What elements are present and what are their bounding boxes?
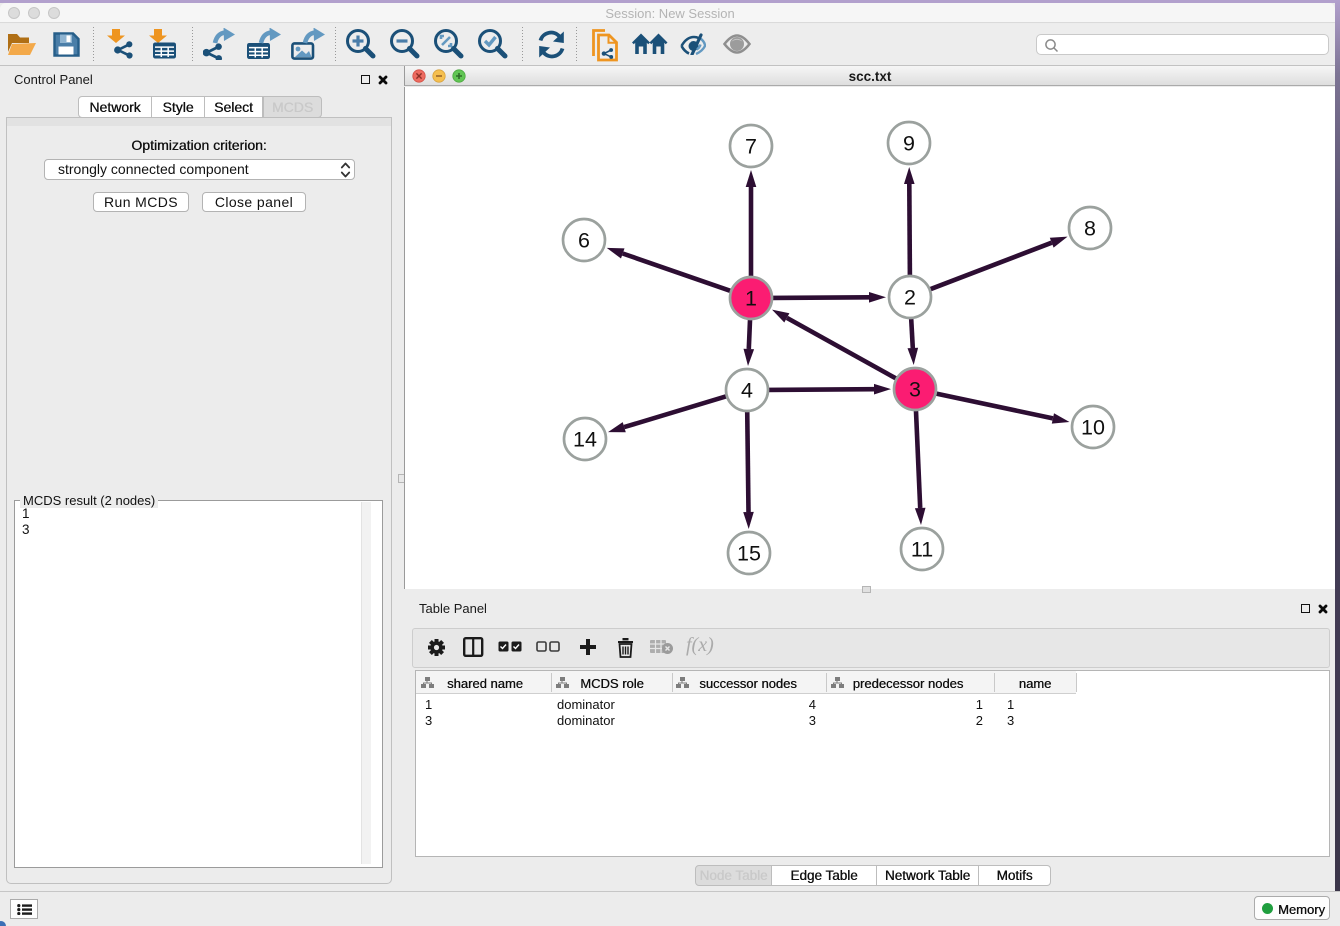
svg-text:10: 10 bbox=[1081, 416, 1105, 440]
svg-text:6: 6 bbox=[578, 229, 590, 253]
svg-text:11: 11 bbox=[911, 538, 933, 562]
svg-text:9: 9 bbox=[903, 132, 915, 156]
svg-text:14: 14 bbox=[573, 428, 597, 452]
svg-text:7: 7 bbox=[745, 135, 757, 159]
svg-text:1: 1 bbox=[745, 287, 757, 311]
svg-text:3: 3 bbox=[909, 378, 921, 402]
svg-text:15: 15 bbox=[737, 542, 761, 566]
svg-text:2: 2 bbox=[904, 286, 916, 310]
svg-text:4: 4 bbox=[741, 379, 753, 403]
svg-text:8: 8 bbox=[1084, 217, 1096, 241]
